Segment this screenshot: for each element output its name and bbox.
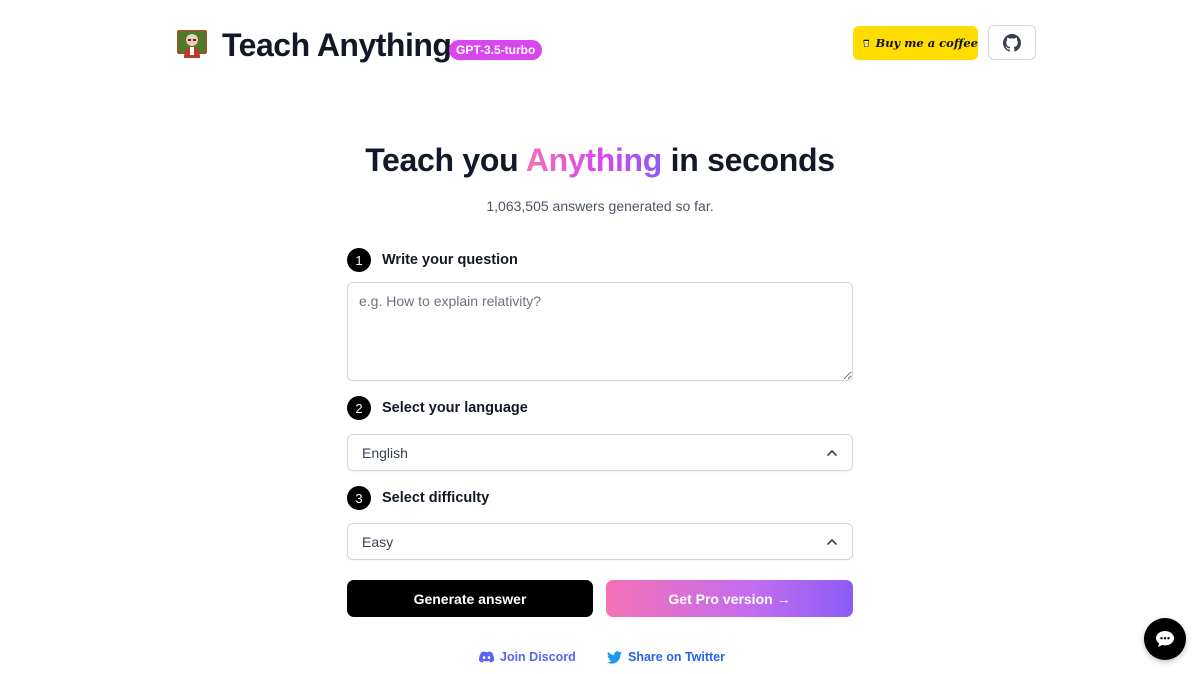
buy-me-a-coffee-button[interactable]: Buy me a coffee xyxy=(853,26,978,60)
language-value: English xyxy=(362,444,408,461)
step-label-question: Write your question xyxy=(382,252,518,268)
app-title: Teach Anything xyxy=(222,27,452,63)
header: Teach Anything GPT-3.5-turbo Buy me a co… xyxy=(0,0,1200,90)
hero-title-accent: Anything xyxy=(525,142,663,178)
chevron-up-icon xyxy=(827,538,837,545)
hero-title: Teach you Anything in seconds xyxy=(0,138,1200,182)
discord-icon xyxy=(479,651,494,663)
get-pro-version-button[interactable]: Get Pro version → xyxy=(606,580,853,617)
coffee-cup-icon xyxy=(863,39,870,47)
step-number-2: 2 xyxy=(347,396,371,420)
language-select[interactable]: English xyxy=(347,434,853,471)
page: Teach Anything GPT-3.5-turbo Buy me a co… xyxy=(0,0,1200,674)
difficulty-value: Easy xyxy=(362,533,394,550)
step-label-language: Select your language xyxy=(382,400,528,416)
step-number-1: 1 xyxy=(347,248,371,272)
difficulty-select[interactable]: Easy xyxy=(347,523,853,560)
step-3: 3 Select difficulty xyxy=(347,485,489,511)
answers-count: 1,063,505 answers generated so far. xyxy=(486,198,714,214)
hero-title-before: Teach you xyxy=(365,142,519,178)
model-badge: GPT-3.5-turbo xyxy=(449,40,543,60)
hero-title-after: in seconds xyxy=(670,142,835,178)
teacher-avatar-icon xyxy=(176,28,208,60)
chevron-up-icon xyxy=(827,449,837,456)
join-discord-link[interactable]: Join Discord xyxy=(479,648,576,666)
step-2: 2 Select your language xyxy=(347,395,528,421)
chat-widget-button[interactable] xyxy=(1144,618,1186,660)
step-1: 1 Write your question xyxy=(347,247,518,273)
share-on-twitter-label: Share on Twitter xyxy=(628,650,726,664)
chat-bubble-icon xyxy=(1156,631,1174,647)
step-number-3: 3 xyxy=(347,486,371,510)
share-on-twitter-link[interactable]: Share on Twitter xyxy=(607,648,725,666)
generate-answer-button[interactable]: Generate answer xyxy=(347,580,593,617)
join-discord-label: Join Discord xyxy=(500,650,576,664)
github-button[interactable] xyxy=(988,25,1036,60)
coffee-label: Buy me a coffee xyxy=(875,36,978,50)
step-label-difficulty: Select difficulty xyxy=(382,490,490,506)
question-input[interactable] xyxy=(347,282,853,381)
twitter-icon xyxy=(607,650,622,664)
github-icon xyxy=(1003,33,1021,52)
